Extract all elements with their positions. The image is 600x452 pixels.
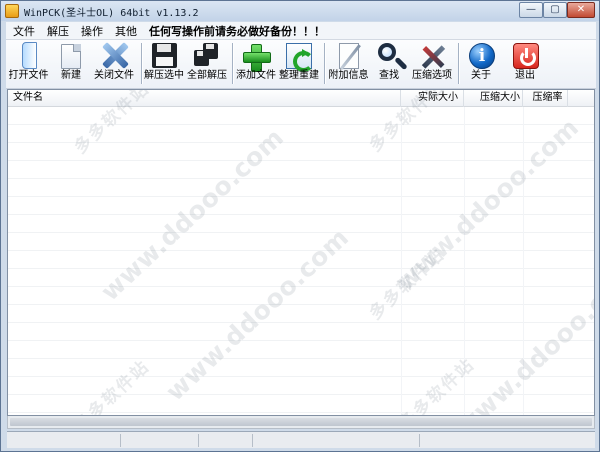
new-file-icon <box>56 42 86 71</box>
title-bar: WinPCK(圣斗士OL) 64bit v1.13.2 — ▢ ✕ <box>1 1 599 21</box>
rebuild-button[interactable]: 整理重建 <box>277 41 321 87</box>
menu-bar: 文件 解压 操作 其他 任何写操作前请务必做好备份！！！ <box>6 22 596 40</box>
new-file-label: 新建 <box>61 70 81 81</box>
file-list[interactable]: 文件名 实际大小 压缩大小 压缩率 多多软件站 www.ddooo.com 多多… <box>7 89 595 416</box>
status-cell <box>199 434 253 447</box>
toolbar-separator <box>324 43 325 84</box>
status-cell <box>121 434 199 447</box>
search-icon <box>374 42 404 71</box>
column-header-file-name[interactable]: 文件名 <box>8 90 401 107</box>
app-window: WinPCK(圣斗士OL) 64bit v1.13.2 — ▢ ✕ 文件 解压 操作… <box>0 0 600 452</box>
about-button[interactable]: i 关于 <box>465 41 497 87</box>
additional-info-button[interactable]: 附加信息 <box>326 41 371 87</box>
minimize-button[interactable]: — <box>519 2 543 18</box>
compression-options-label: 压缩选项 <box>412 70 452 81</box>
menu-other[interactable]: 其他 <box>108 22 142 40</box>
status-cell <box>420 434 592 447</box>
additional-info-label: 附加信息 <box>328 70 369 81</box>
open-file-label: 打开文件 <box>8 70 49 81</box>
open-file-button[interactable]: 打开文件 <box>6 41 51 87</box>
close-window-button[interactable]: ✕ <box>567 2 595 18</box>
rebuild-icon <box>284 42 314 72</box>
column-header-compression-ratio[interactable]: 压缩率 <box>523 90 568 107</box>
add-file-icon <box>241 42 271 72</box>
menu-extract[interactable]: 解压 <box>40 22 74 40</box>
new-file-button[interactable]: 新建 <box>56 41 86 87</box>
add-file-button[interactable]: 添加文件 <box>235 41 277 87</box>
scrollbar-thumb[interactable] <box>10 418 592 426</box>
close-file-icon <box>99 42 129 71</box>
exit-icon <box>510 42 540 71</box>
close-file-label: 关闭文件 <box>94 70 134 81</box>
close-file-button[interactable]: 关闭文件 <box>92 41 136 87</box>
extract-selected-button[interactable]: 解压选中 <box>143 41 185 87</box>
column-divider <box>401 107 402 415</box>
compression-options-button[interactable]: 压缩选项 <box>409 41 455 87</box>
status-bar <box>7 431 595 448</box>
compression-options-icon <box>417 42 447 71</box>
about-icon: i <box>466 42 496 71</box>
horizontal-scrollbar[interactable] <box>7 416 595 429</box>
open-file-icon <box>14 42 44 71</box>
rebuild-label: 整理重建 <box>279 70 319 81</box>
backup-warning: 任何写操作前请务必做好备份！！！ <box>149 25 325 38</box>
extract-selected-icon <box>149 42 179 71</box>
exit-button[interactable]: 退出 <box>509 41 541 87</box>
extract-selected-label: 解压选中 <box>144 70 184 81</box>
toolbar-separator <box>232 43 233 84</box>
extract-all-button[interactable]: 全部解压 <box>185 41 229 87</box>
add-file-label: 添加文件 <box>236 70 276 81</box>
main-toolbar: 打开文件 新建 关闭文件 解压选中 全部解压 添加文件 整理重建 附加信息 查找… <box>6 40 596 89</box>
status-cell <box>253 434 420 447</box>
app-icon <box>5 4 19 18</box>
toolbar-separator <box>141 43 142 84</box>
about-label: 关于 <box>471 70 491 81</box>
extract-all-icon <box>192 42 222 71</box>
status-cell <box>7 434 121 447</box>
search-button[interactable]: 查找 <box>374 41 404 87</box>
search-label: 查找 <box>379 70 399 81</box>
maximize-button[interactable]: ▢ <box>543 2 567 18</box>
toolbar-separator <box>458 43 459 84</box>
menu-operations[interactable]: 操作 <box>74 22 108 40</box>
exit-label: 退出 <box>515 70 535 81</box>
file-list-header: 文件名 实际大小 压缩大小 压缩率 <box>8 90 594 107</box>
window-title: WinPCK(圣斗士OL) 64bit v1.13.2 <box>24 8 199 19</box>
extract-all-label: 全部解压 <box>187 70 227 81</box>
additional-info-icon <box>334 42 364 71</box>
menu-file[interactable]: 文件 <box>6 22 40 40</box>
column-header-compressed-size[interactable]: 压缩大小 <box>464 90 523 107</box>
